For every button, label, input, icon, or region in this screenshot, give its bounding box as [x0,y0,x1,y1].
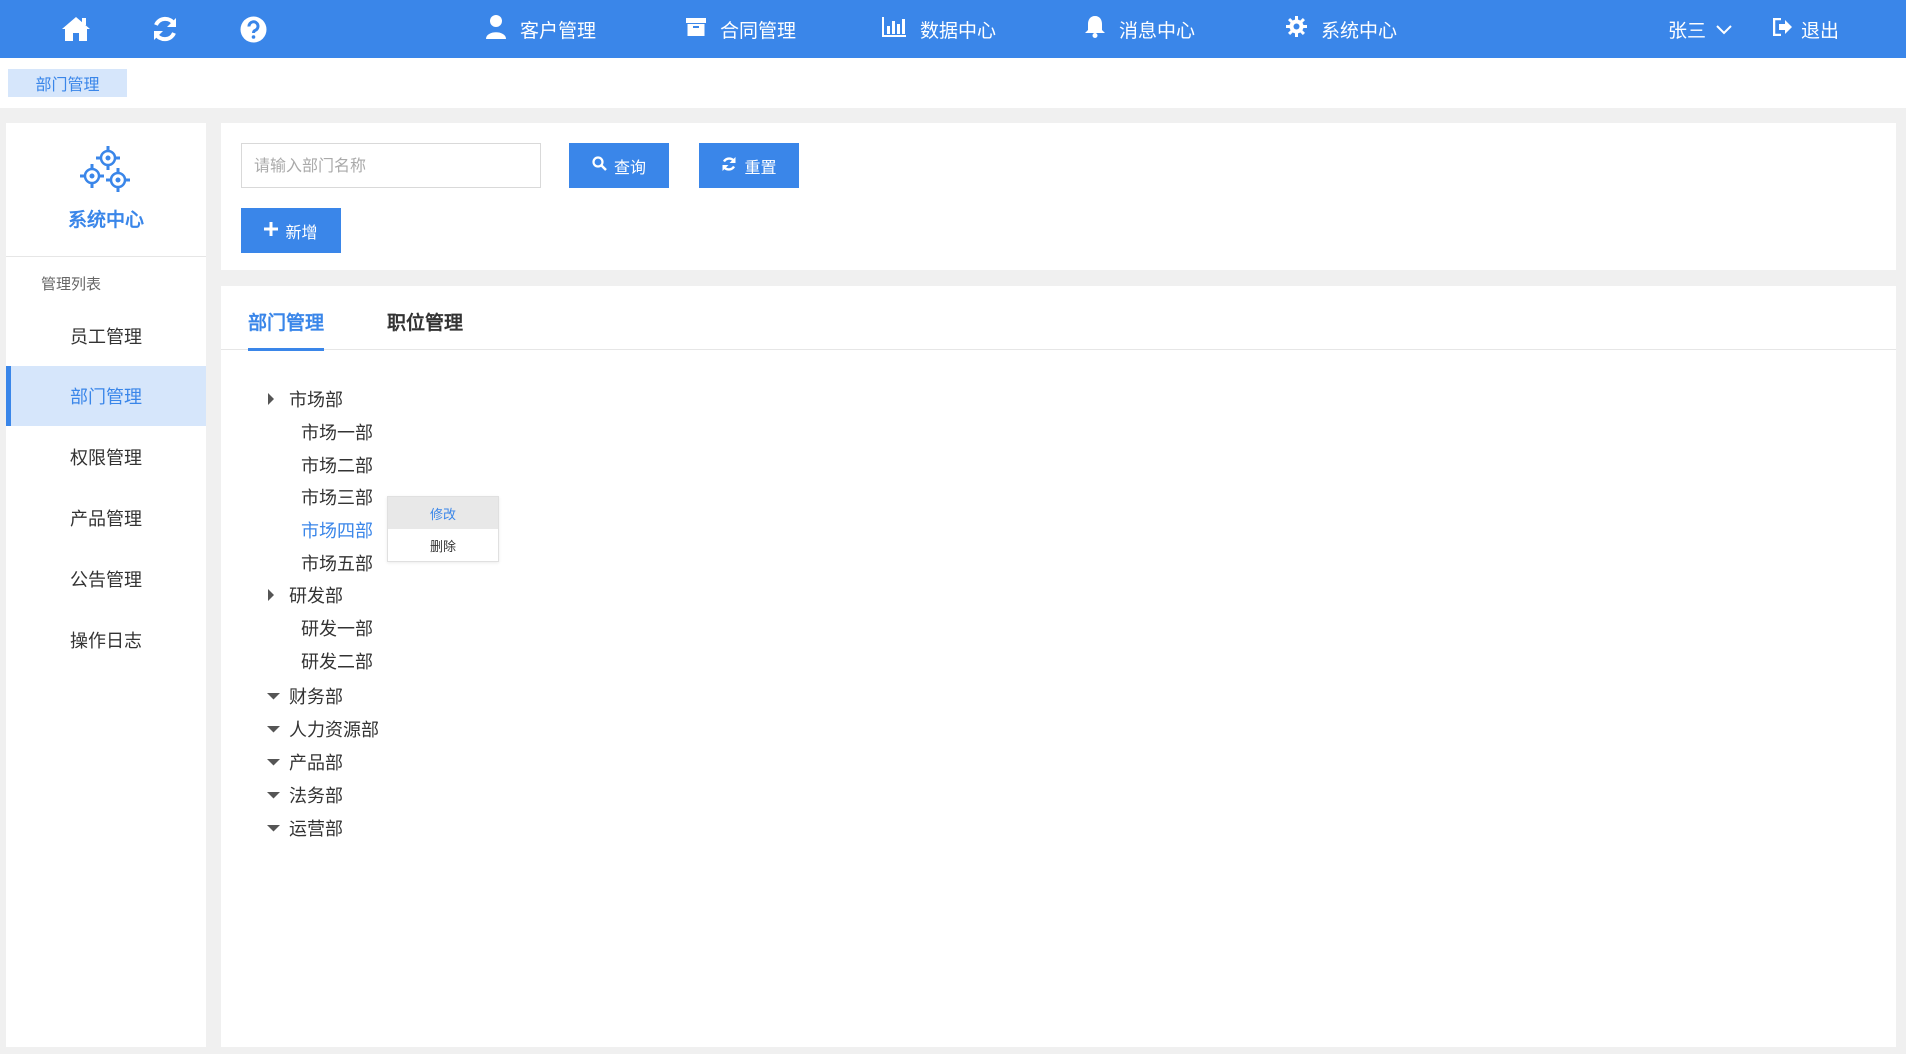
tree-node-label: 人力资源部 [289,720,379,741]
nav-system-center[interactable]: 系统中心 [1286,0,1397,58]
breadcrumb-bar: 部门管理 [0,58,1906,108]
nav-label: 客户管理 [520,19,597,42]
chevron-down-icon [1706,18,1732,40]
logout-button[interactable]: 退出 [1772,0,1840,58]
context-menu-edit[interactable]: 修改 [388,497,498,529]
gear-icon [1286,16,1321,42]
nav-label: 系统中心 [1321,19,1398,42]
tree-node-legal[interactable]: 法务部 [267,782,343,808]
caret-right-icon[interactable] [267,589,289,601]
sidebar-item-operation-log[interactable]: 操作日志 [6,610,206,670]
add-label: 新增 [285,222,318,242]
plus-icon [264,221,285,240]
tree-node-finance[interactable]: 财务部 [267,683,343,709]
tree-node-rnd-1[interactable]: 研发一部 [301,615,373,641]
nav-label: 消息中心 [1119,19,1196,42]
tree-node-label: 市场部 [289,390,343,411]
breadcrumb-tab[interactable]: 部门管理 [8,69,127,97]
query-button[interactable]: 查询 [569,143,669,188]
search-panel: 查询 重置 新增 [221,123,1896,270]
logout-label: 退出 [1801,19,1840,42]
nav-data-center[interactable]: 数据中心 [882,0,996,58]
sidebar-title: 系统中心 [67,209,144,231]
user-menu[interactable]: 张三 [1668,0,1732,58]
context-menu-delete[interactable]: 删除 [388,529,498,561]
sidebar-item-employee[interactable]: 员工管理 [6,306,206,366]
top-navbar: 客户管理 合同管理 数据中心 消息中心 系统中心 张三 退出 [0,0,1906,58]
gears-icon [78,143,134,199]
tree-node-rnd-2[interactable]: 研发二部 [301,648,373,674]
sidebar-section-label: 管理列表 [41,275,102,293]
content-panel: 部门管理 职位管理 [221,286,1896,1047]
tree-node-label: 运营部 [289,819,343,840]
user-name: 张三 [1668,19,1707,42]
nav-customer-management[interactable]: 客户管理 [486,0,596,58]
refresh-icon [721,156,744,176]
caret-down-icon[interactable] [267,758,289,766]
nav-label: 数据中心 [920,19,997,42]
tree-node-market-1[interactable]: 市场一部 [301,419,373,445]
tab-position[interactable]: 职位管理 [387,308,463,348]
user-icon [486,14,520,44]
nav-contract-management[interactable]: 合同管理 [686,0,796,58]
bar-chart-icon [882,16,920,42]
nav-label: 合同管理 [720,19,797,42]
tree-node-hr[interactable]: 人力资源部 [267,716,379,742]
tree-node-label: 法务部 [289,786,343,807]
sidebar-item-department[interactable]: 部门管理 [6,366,206,426]
tree-node-market-4[interactable]: 市场四部 [301,517,373,543]
tree-node-rnd[interactable]: 研发部 [267,582,343,608]
tree-node-label: 产品部 [289,753,343,774]
reset-label: 重置 [744,157,777,177]
refresh-icon[interactable] [149,13,181,45]
caret-right-icon[interactable] [267,393,289,405]
help-icon[interactable] [237,13,269,45]
sidebar-item-announcement[interactable]: 公告管理 [6,549,206,609]
sidebar-item-product[interactable]: 产品管理 [6,488,206,548]
bell-icon [1085,15,1119,43]
tree-node-label: 研发部 [289,586,343,607]
tree-node-label: 财务部 [289,687,343,708]
caret-down-icon[interactable] [267,824,289,832]
sidebar: 系统中心 管理列表 员工管理 部门管理 权限管理 产品管理 公告管理 操作日志 [6,123,206,1047]
query-label: 查询 [613,157,646,177]
tab-department[interactable]: 部门管理 [248,308,325,351]
reset-button[interactable]: 重置 [699,143,799,188]
sidebar-header: 系统中心 [6,123,206,257]
nav-message-center[interactable]: 消息中心 [1085,0,1195,58]
caret-down-icon[interactable] [267,725,289,733]
caret-down-icon[interactable] [267,692,289,700]
tab-bar: 部门管理 职位管理 [221,286,1896,351]
add-button[interactable]: 新增 [241,208,341,253]
home-icon[interactable] [60,13,92,45]
tree-node-operations[interactable]: 运营部 [267,815,343,841]
tree-node-product[interactable]: 产品部 [267,749,343,775]
tree-node-market[interactable]: 市场部 [267,386,343,412]
search-icon [592,156,614,175]
sidebar-item-permission[interactable]: 权限管理 [6,427,206,487]
archive-icon [686,17,720,42]
department-name-input[interactable] [241,143,541,188]
sign-out-icon [1772,17,1801,41]
context-menu: 修改 删除 [387,496,499,562]
tree-node-market-3[interactable]: 市场三部 [301,484,373,510]
tree-node-market-2[interactable]: 市场二部 [301,452,373,478]
caret-down-icon[interactable] [267,791,289,799]
tree-node-market-5[interactable]: 市场五部 [301,550,373,576]
